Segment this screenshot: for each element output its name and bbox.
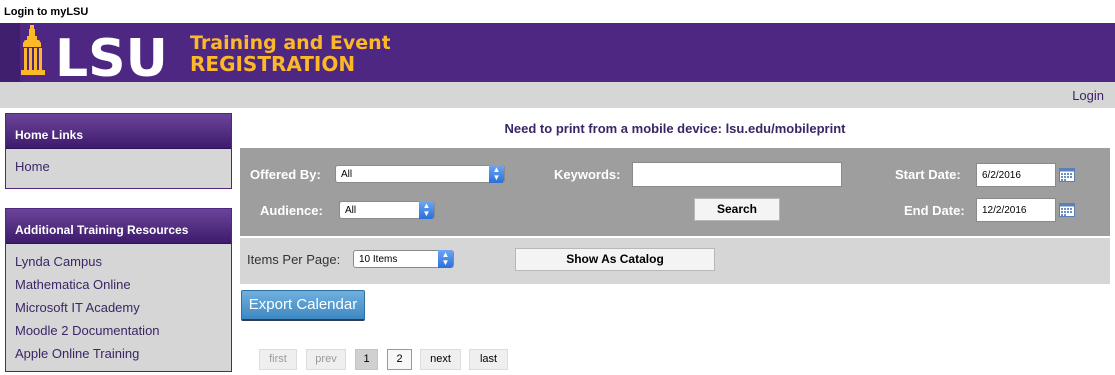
keywords-label: Keywords: bbox=[554, 167, 621, 182]
header-gray-bar: Login bbox=[0, 82, 1115, 108]
sidebar-link-moodle[interactable]: Moodle 2 Documentation bbox=[15, 319, 231, 342]
offered-by-label: Offered By: bbox=[250, 167, 321, 182]
home-links-title: Home Links bbox=[6, 114, 231, 149]
pager-page-2[interactable]: 2 bbox=[387, 349, 412, 370]
keywords-input[interactable] bbox=[632, 162, 842, 187]
sidebar-link-mathematica[interactable]: Mathematica Online bbox=[15, 273, 231, 296]
capitol-icon bbox=[21, 25, 45, 75]
offered-by-value: All bbox=[341, 169, 353, 180]
items-per-page-label: Items Per Page: bbox=[247, 252, 341, 267]
pager-first[interactable]: first bbox=[259, 349, 297, 370]
chevron-updown-icon: ▲ ▼ bbox=[419, 201, 434, 219]
items-per-page-value: 10 Items bbox=[359, 254, 398, 265]
start-date-label: Start Date: bbox=[895, 167, 961, 182]
sidebar-link-lynda[interactable]: Lynda Campus bbox=[15, 250, 231, 273]
chevron-updown-icon: ▲ ▼ bbox=[438, 250, 453, 268]
login-link[interactable]: Login bbox=[1072, 88, 1104, 103]
audience-value: All bbox=[345, 205, 357, 216]
banner-edge bbox=[0, 23, 20, 82]
pager-page-1[interactable]: 1 bbox=[355, 349, 378, 370]
export-calendar-button[interactable]: Export Calendar bbox=[241, 290, 365, 321]
calendar-icon[interactable] bbox=[1059, 203, 1075, 217]
audience-select[interactable]: All ▲ ▼ bbox=[339, 201, 435, 219]
chevron-updown-icon: ▲ ▼ bbox=[489, 165, 504, 183]
lsu-logo-graphic: LSU Training and Event REGISTRATION bbox=[21, 25, 390, 81]
banner-title-line2: REGISTRATION bbox=[190, 52, 355, 76]
banner-title-line1: Training and Event bbox=[190, 32, 390, 54]
calendar-icon[interactable] bbox=[1059, 168, 1075, 182]
login-to-mylsu-link[interactable]: Login to myLSU bbox=[4, 6, 88, 18]
training-resources-panel: Additional Training Resources Lynda Camp… bbox=[5, 208, 232, 372]
items-per-page-select[interactable]: 10 Items ▲ ▼ bbox=[353, 250, 454, 268]
start-date-input[interactable]: 6/2/2016 bbox=[976, 163, 1056, 187]
home-links-panel: Home Links Home bbox=[5, 113, 232, 189]
filter-panel: Offered By: All ▲ ▼ Audience: All ▲ ▼ Keyw… bbox=[240, 148, 1110, 236]
pager-last[interactable]: last bbox=[469, 349, 508, 370]
show-as-catalog-button[interactable]: Show As Catalog bbox=[515, 248, 715, 271]
sidebar-link-microsoft-it[interactable]: Microsoft IT Academy bbox=[15, 296, 231, 319]
pager-prev[interactable]: prev bbox=[306, 349, 346, 370]
end-date-input[interactable]: 12/2/2016 bbox=[976, 198, 1056, 222]
offered-by-select[interactable]: All ▲ ▼ bbox=[335, 165, 505, 183]
audience-label: Audience: bbox=[260, 203, 323, 218]
list-options-bar: Items Per Page: 10 Items ▲ ▼ Show As Cata… bbox=[240, 238, 1110, 284]
lsu-wordmark: LSU bbox=[55, 29, 168, 81]
lsu-logo[interactable]: LSU Training and Event REGISTRATION bbox=[20, 25, 390, 81]
pager-next[interactable]: next bbox=[420, 349, 461, 370]
sidebar-link-home[interactable]: Home bbox=[15, 155, 231, 178]
search-button[interactable]: Search bbox=[694, 198, 780, 221]
sidebar-link-apple[interactable]: Apple Online Training bbox=[15, 342, 231, 365]
training-resources-title: Additional Training Resources bbox=[6, 209, 231, 244]
mobile-print-notice: Need to print from a mobile device: lsu.… bbox=[504, 121, 846, 136]
end-date-label: End Date: bbox=[904, 203, 965, 218]
